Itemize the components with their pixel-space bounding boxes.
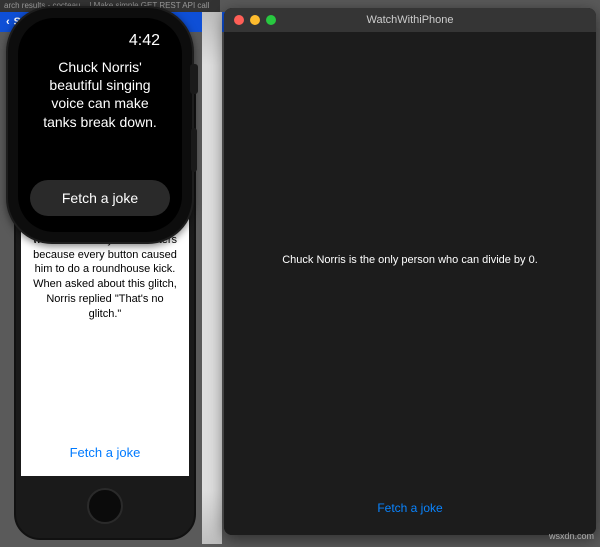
watermark: wsxdn.com <box>549 531 594 541</box>
watch-screen: 4:42 Chuck Norris' beautiful singing voi… <box>18 18 182 232</box>
mac-titlebar[interactable]: WatchWithiPhone <box>224 8 596 32</box>
background-scroll-area <box>202 12 222 544</box>
close-icon[interactable] <box>234 15 244 25</box>
minimize-icon[interactable] <box>250 15 260 25</box>
traffic-lights <box>224 15 276 25</box>
fetch-joke-button-watch[interactable]: Fetch a joke <box>30 180 170 216</box>
watch-digital-crown[interactable] <box>190 64 198 94</box>
mac-joke-text: Chuck Norris is the only person who can … <box>282 254 538 266</box>
watch-simulator: 4:42 Chuck Norris' beautiful singing voi… <box>6 6 194 244</box>
window-title: WatchWithiPhone <box>224 14 596 26</box>
mac-joke-area: Chuck Norris is the only person who can … <box>224 32 596 487</box>
watch-joke-text: Chuck Norris' beautiful singing voice ca… <box>28 58 172 176</box>
iphone-home-button[interactable] <box>87 488 123 524</box>
mac-window-body: Chuck Norris is the only person who can … <box>224 32 596 535</box>
watch-time: 4:42 <box>28 32 172 50</box>
mac-app-window: WatchWithiPhone Chuck Norris is the only… <box>224 8 596 535</box>
fetch-joke-button-iphone[interactable]: Fetch a joke <box>70 445 141 460</box>
fullscreen-icon[interactable] <box>266 15 276 25</box>
watch-case: 4:42 Chuck Norris' beautiful singing voi… <box>6 6 194 244</box>
mac-button-row: Fetch a joke <box>224 487 596 535</box>
iphone-button-row: Fetch a joke <box>21 434 189 476</box>
fetch-joke-button-mac[interactable]: Fetch a joke <box>377 501 442 515</box>
watch-side-button[interactable] <box>191 128 197 172</box>
